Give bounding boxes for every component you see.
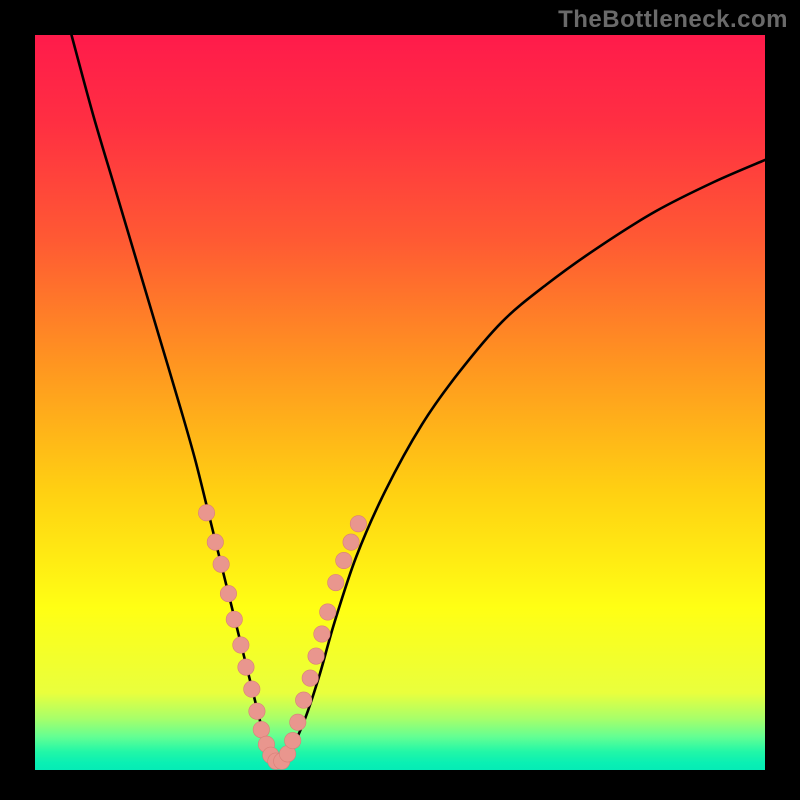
marker-point bbox=[284, 732, 300, 748]
marker-point bbox=[253, 721, 269, 737]
marker-point bbox=[244, 681, 260, 697]
chart-frame: TheBottleneck.com bbox=[0, 0, 800, 800]
marker-point bbox=[350, 516, 366, 532]
marker-point bbox=[213, 556, 229, 572]
marker-point bbox=[328, 574, 344, 590]
marker-point bbox=[302, 670, 318, 686]
marker-point bbox=[238, 659, 254, 675]
marker-point bbox=[343, 534, 359, 550]
marker-point bbox=[249, 703, 265, 719]
marker-point bbox=[336, 552, 352, 568]
watermark-text: TheBottleneck.com bbox=[558, 6, 788, 34]
chart-background bbox=[35, 35, 765, 770]
marker-point bbox=[220, 585, 236, 601]
marker-point bbox=[198, 505, 214, 521]
marker-point bbox=[226, 611, 242, 627]
chart-svg bbox=[0, 0, 800, 800]
marker-point bbox=[233, 637, 249, 653]
marker-point bbox=[290, 714, 306, 730]
marker-point bbox=[295, 692, 311, 708]
marker-point bbox=[320, 604, 336, 620]
marker-point bbox=[207, 534, 223, 550]
marker-point bbox=[314, 626, 330, 642]
marker-point bbox=[308, 648, 324, 664]
